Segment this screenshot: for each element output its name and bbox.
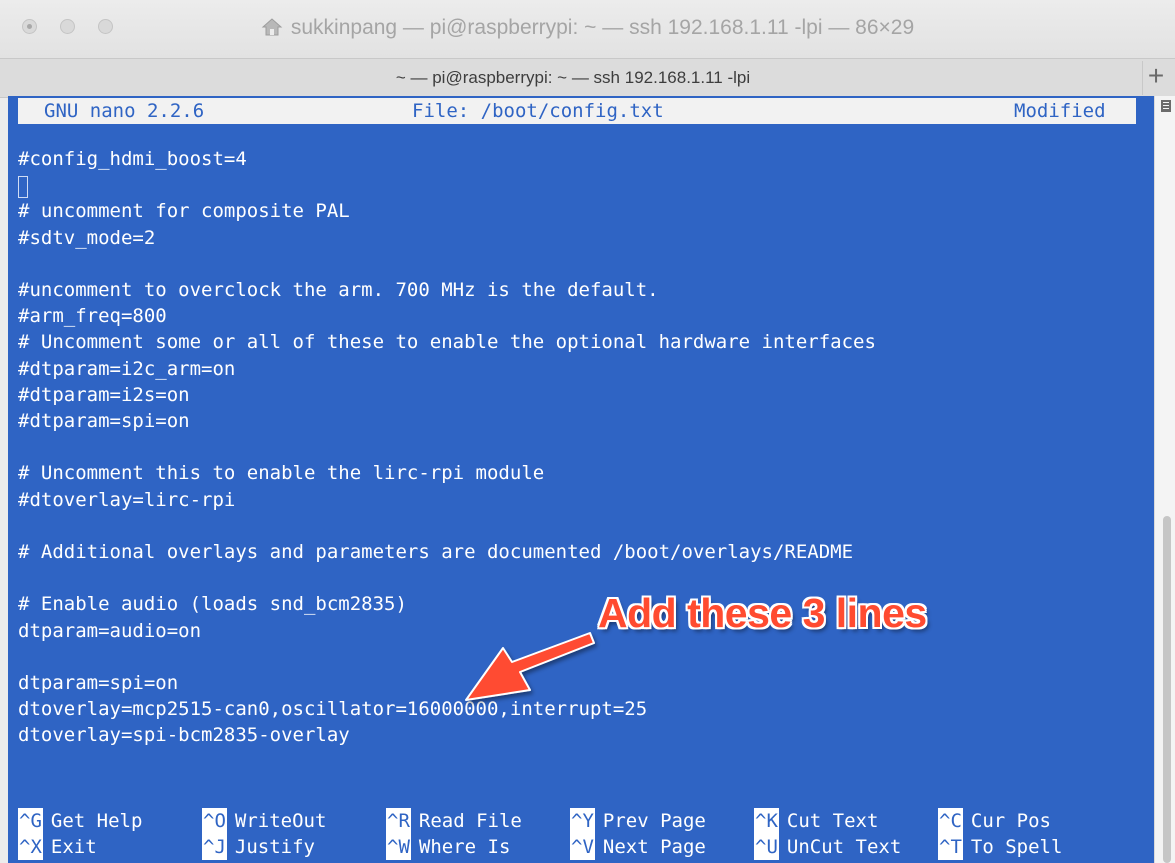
shortcut-label: Justify — [234, 836, 315, 858]
shortcut-item: ^G Get Help — [18, 808, 142, 834]
shortcut-item: ^U UnCut Text — [754, 834, 901, 860]
shortcut-item: ^T To Spell — [938, 834, 1062, 860]
shortcut-item: ^V Next Page — [570, 834, 706, 860]
file-line: #dtparam=i2s=on — [18, 383, 190, 406]
file-line: # Additional overlays and parameters are… — [18, 541, 854, 563]
file-line: dtparam=audio=on — [18, 619, 202, 642]
nano-version: GNU nano 2.2.6 — [44, 100, 205, 122]
home-folder-icon — [261, 18, 283, 36]
file-line: #dtoverlay=lirc-rpi — [18, 488, 236, 511]
shortcut-key: ^X — [18, 834, 43, 860]
shortcut-key: ^K — [754, 808, 779, 834]
nano-header-bar: GNU nano 2.2.6 File: /boot/config.txt Mo… — [18, 98, 1136, 124]
tab-bar: ~ — pi@raspberrypi: ~ — ssh 192.168.1.11… — [0, 58, 1175, 98]
annotation-callout: Add these 3 lines — [598, 590, 927, 636]
shortcut-label: Cut Text — [786, 810, 879, 832]
shortcut-key: ^T — [938, 834, 963, 860]
shortcut-item: ^X Exit — [18, 834, 97, 860]
shortcut-label: Where Is — [418, 836, 511, 858]
file-line: #sdtv_mode=2 — [18, 226, 156, 249]
file-line: # Enable audio (loads snd_bcm2835) — [18, 593, 407, 616]
marks-icon — [1161, 100, 1171, 112]
window-titlebar: sukkinpang — pi@raspberrypi: ~ — ssh 192… — [0, 0, 1175, 58]
shortcut-item: ^K Cut Text — [754, 808, 878, 834]
file-line: dtoverlay=spi-bcm2835-overlay — [18, 724, 350, 747]
shortcut-label: Next Page — [602, 836, 706, 858]
scrollbar-thumb[interactable] — [1163, 516, 1171, 863]
shortcut-key: ^J — [202, 834, 227, 860]
file-line: # uncomment for composite PAL — [18, 200, 350, 223]
shortcut-item: ^W Where Is — [386, 834, 510, 860]
window-title: sukkinpang — pi@raspberrypi: ~ — ssh 192… — [0, 16, 1175, 40]
shortcut-key: ^R — [386, 808, 411, 834]
window-title-text: sukkinpang — pi@raspberrypi: ~ — ssh 192… — [290, 16, 915, 39]
shortcut-key: ^W — [386, 834, 411, 860]
file-line: # Uncomment some or all of these to enab… — [18, 331, 876, 354]
shortcut-item: ^J Justify — [202, 834, 315, 860]
shortcut-key: ^O — [202, 808, 227, 834]
file-line: #dtparam=spi=on — [18, 410, 190, 432]
shortcut-label: Get Help — [50, 810, 143, 832]
new-tab-button[interactable]: + — [1142, 61, 1169, 95]
shortcut-label: UnCut Text — [786, 836, 902, 858]
nano-filename: File: /boot/config.txt — [412, 100, 664, 122]
file-line: dtparam=spi=on — [18, 672, 179, 694]
vertical-scrollbar[interactable] — [1154, 96, 1175, 863]
shortcut-label: Prev Page — [602, 810, 706, 832]
shortcut-key: ^C — [938, 808, 963, 834]
terminal-view[interactable]: GNU nano 2.2.6 File: /boot/config.txt Mo… — [8, 96, 1154, 863]
shortcut-label: Exit — [50, 836, 97, 858]
file-line: #dtparam=i2c_arm=on — [18, 357, 236, 380]
file-line: dtoverlay=mcp2515-can0,oscillator=160000… — [18, 698, 648, 721]
file-line: # Uncomment this to enable the lirc-rpi … — [18, 462, 545, 485]
shortcut-label: To Spell — [970, 836, 1063, 858]
shortcut-label: Cur Pos — [970, 810, 1051, 832]
shortcut-item: ^C Cur Pos — [938, 808, 1051, 834]
text-cursor — [18, 176, 28, 198]
nano-status: Modified — [1014, 100, 1106, 122]
shortcut-label: WriteOut — [234, 810, 327, 832]
shortcut-item: ^R Read File — [386, 808, 522, 834]
file-line: #arm_freq=800 — [18, 305, 167, 328]
shortcut-key: ^Y — [570, 808, 595, 834]
shortcut-key: ^V — [570, 834, 595, 860]
shortcut-key: ^U — [754, 834, 779, 860]
file-line: #uncomment to overclock the arm. 700 MHz… — [18, 279, 659, 301]
shortcut-item: ^Y Prev Page — [570, 808, 706, 834]
shortcut-label: Read File — [418, 810, 522, 832]
tab-active[interactable]: ~ — pi@raspberrypi: ~ — ssh 192.168.1.11… — [0, 68, 1146, 88]
shortcut-key: ^G — [18, 808, 43, 834]
shortcut-item: ^O WriteOut — [202, 808, 326, 834]
file-line: #config_hdmi_boost=4 — [18, 148, 247, 170]
